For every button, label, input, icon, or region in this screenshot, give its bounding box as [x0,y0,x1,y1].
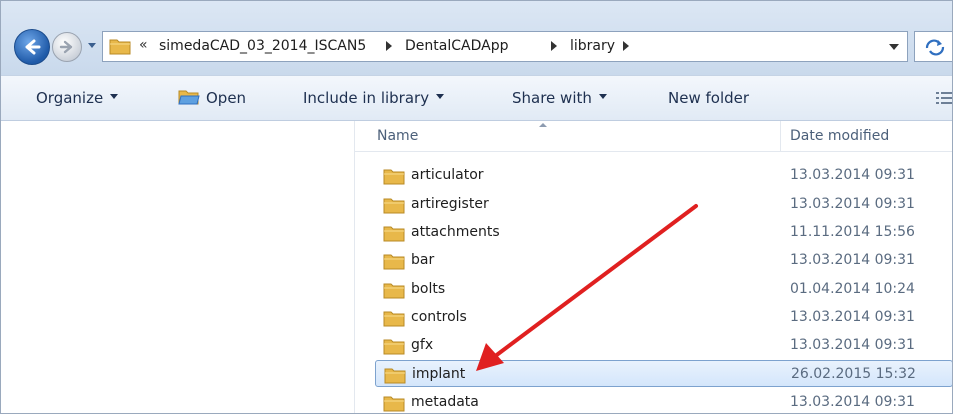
breadcrumb-item[interactable]: library [570,38,615,54]
file-row[interactable]: metadata 13.03.2014 09:31 [375,389,953,414]
file-name: controls [411,309,467,325]
folder-icon [383,198,405,214]
open-button[interactable]: Open [206,89,246,107]
file-row[interactable]: gfx 13.03.2014 09:31 [375,332,953,359]
folder-icon [383,254,405,270]
file-date-modified: 13.03.2014 09:31 [790,309,915,325]
include-in-library-label: Include in library [303,89,430,107]
address-dropdown-button[interactable] [889,44,899,50]
folder-icon [384,368,406,384]
command-bar: Organize Open Include in library Share w… [0,75,953,121]
include-in-library-button[interactable]: Include in library [303,89,445,107]
sort-ascending-icon [539,123,547,127]
file-name: gfx [411,337,434,353]
file-date-modified: 13.03.2014 09:31 [790,196,915,212]
file-date-modified: 13.03.2014 09:31 [790,252,915,268]
file-name: implant [412,366,466,382]
file-row[interactable]: bar 13.03.2014 09:31 [375,247,953,274]
address-bar-area: « simedaCAD_03_2014_ISCAN5 DentalCADApp … [0,0,953,75]
breadcrumb-item[interactable]: simedaCAD_03_2014_ISCAN5 [159,38,366,54]
file-date-modified: 13.03.2014 09:31 [790,167,915,183]
file-name: bar [411,252,435,268]
organize-label: Organize [36,89,104,107]
back-button[interactable] [14,29,50,65]
organize-button[interactable]: Organize [36,89,119,107]
folder-icon [383,169,405,185]
file-date-modified: 01.04.2014 10:24 [790,281,915,297]
folder-icon [383,283,405,299]
file-name: attachments [411,224,500,240]
chevron-down-icon [110,94,119,99]
forward-arrow-icon [59,40,73,54]
back-arrow-icon [25,39,41,55]
new-folder-button[interactable]: New folder [668,89,749,107]
address-box[interactable]: « simedaCAD_03_2014_ISCAN5 DentalCADApp … [102,31,908,62]
forward-button[interactable] [52,32,82,62]
column-header-name[interactable]: Name [377,128,418,144]
file-date-modified: 11.11.2014 15:56 [790,224,915,240]
file-row[interactable]: attachments 11.11.2014 15:56 [375,219,953,246]
recent-pages-dropdown[interactable] [86,40,98,52]
folder-icon [383,226,405,242]
refresh-button[interactable] [914,31,953,62]
file-date-modified: 13.03.2014 09:31 [790,337,915,353]
folder-icon [383,339,405,355]
file-row[interactable]: artiregister 13.03.2014 09:31 [375,191,953,218]
breadcrumb-separator[interactable] [386,41,392,51]
file-row[interactable]: articulator 13.03.2014 09:31 [375,162,953,189]
file-name: metadata [411,394,479,410]
column-header-row: Name Date modified [355,121,953,152]
navigation-pane[interactable] [0,121,355,414]
refresh-icon [925,39,945,56]
file-date-modified: 13.03.2014 09:31 [790,394,915,410]
file-name: articulator [411,167,484,183]
file-name: artiregister [411,196,489,212]
folder-icon [109,39,131,55]
breadcrumb-item[interactable]: DentalCADApp [405,38,508,54]
file-row-selected[interactable]: implant 26.02.2015 15:32 [375,360,953,387]
column-header-date-modified[interactable]: Date modified [790,128,889,144]
folder-icon [383,311,405,327]
breadcrumb-separator[interactable] [623,41,629,51]
open-folder-icon [178,90,200,105]
file-list[interactable]: Name Date modified articulator 13.03.201… [355,121,953,414]
chevron-down-icon [598,94,607,99]
views-icon[interactable] [936,91,953,105]
column-divider[interactable] [780,121,781,152]
file-row[interactable]: controls 13.03.2014 09:31 [375,304,953,331]
file-row[interactable]: bolts 01.04.2014 10:24 [375,276,953,303]
share-with-button[interactable]: Share with [512,89,607,107]
breadcrumb-separator[interactable] [551,41,557,51]
chevron-down-icon [436,94,445,99]
breadcrumb-overflow[interactable]: « [139,37,148,53]
folder-icon [383,396,405,412]
file-date-modified: 26.02.2015 15:32 [791,366,916,382]
file-name: bolts [411,281,446,297]
share-with-label: Share with [512,89,592,107]
explorer-window: « simedaCAD_03_2014_ISCAN5 DentalCADApp … [0,0,953,414]
